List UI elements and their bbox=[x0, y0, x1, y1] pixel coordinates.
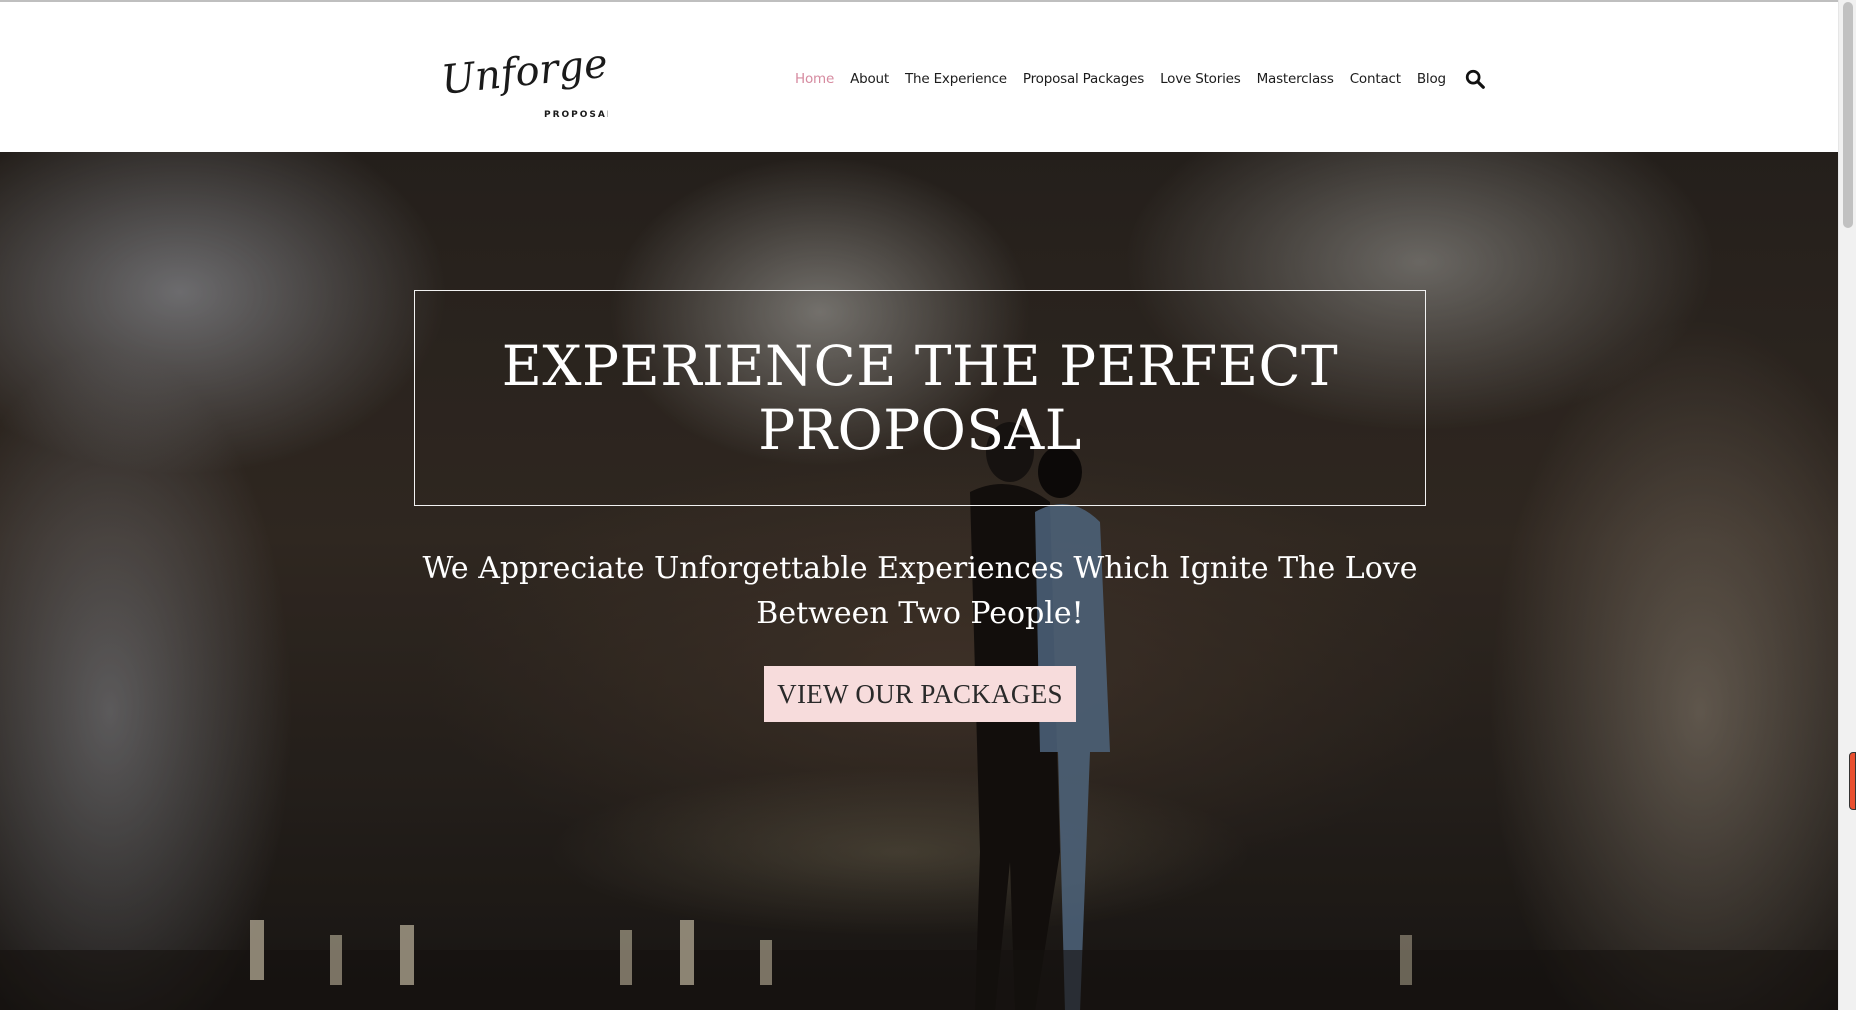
site-header: Unforgettable PROPOSALS Home About The E… bbox=[0, 2, 1838, 152]
nav-the-experience[interactable]: The Experience bbox=[905, 71, 1007, 87]
nav-proposal-packages[interactable]: Proposal Packages bbox=[1023, 71, 1144, 87]
hero-subtitle: We Appreciate Unforgettable Experiences … bbox=[422, 551, 1418, 631]
search-icon[interactable] bbox=[1464, 68, 1486, 90]
page-scrollbar[interactable] bbox=[1838, 0, 1856, 1010]
main-nav: Home About The Experience Proposal Packa… bbox=[795, 66, 1486, 92]
logo-graphic: Unforgettable PROPOSALS bbox=[439, 32, 608, 120]
nav-home[interactable]: Home bbox=[795, 71, 834, 87]
nav-contact[interactable]: Contact bbox=[1350, 71, 1401, 87]
hero-title-frame: EXPERIENCE THE PERFECT PROPOSAL bbox=[414, 290, 1426, 506]
svg-text:PROPOSALS: PROPOSALS bbox=[544, 110, 608, 120]
nav-love-stories[interactable]: Love Stories bbox=[1160, 71, 1241, 87]
svg-text:Unforgettable: Unforgettable bbox=[439, 32, 608, 104]
site-logo[interactable]: Unforgettable PROPOSALS bbox=[438, 32, 608, 122]
hero-title: EXPERIENCE THE PERFECT PROPOSAL bbox=[501, 334, 1339, 462]
scrollbar-thumb[interactable] bbox=[1843, 2, 1853, 228]
nav-masterclass[interactable]: Masterclass bbox=[1257, 71, 1334, 87]
nav-about[interactable]: About bbox=[850, 71, 889, 87]
nav-blog[interactable]: Blog bbox=[1417, 71, 1446, 87]
view-packages-button[interactable]: VIEW OUR PACKAGES bbox=[764, 666, 1076, 722]
side-widget-tab[interactable] bbox=[1849, 752, 1856, 810]
